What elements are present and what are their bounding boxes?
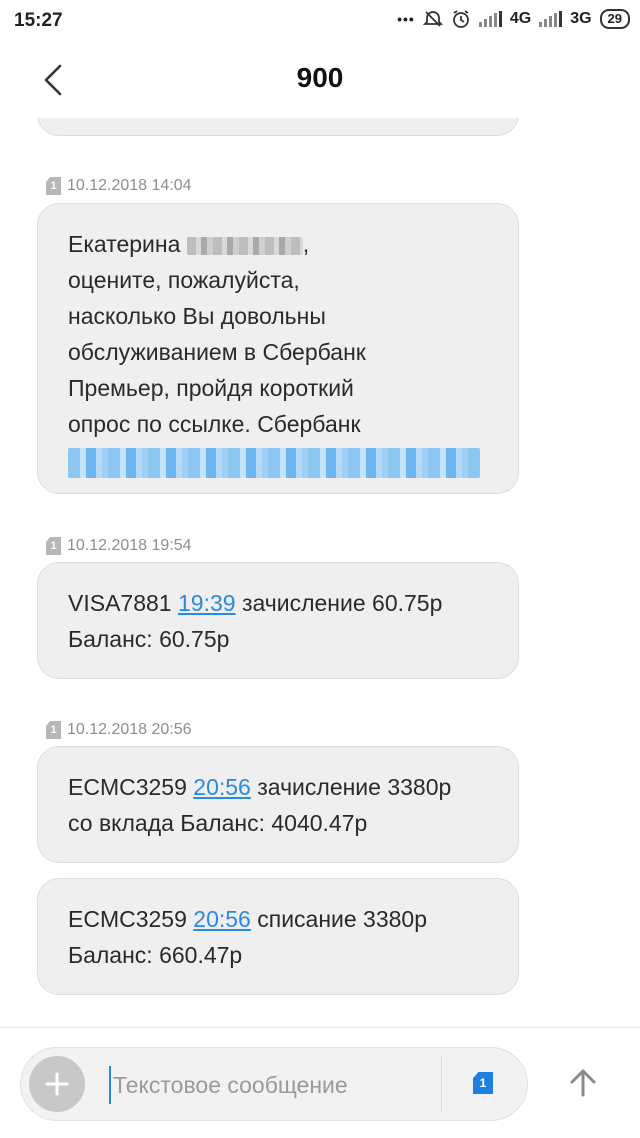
message-line: опрос по ссылке. Сбербанк <box>68 411 361 437</box>
time-link[interactable]: 20:56 <box>193 906 251 932</box>
network-type-sim1: 4G <box>509 10 532 27</box>
sim-select-button[interactable]: 1 <box>473 1072 493 1094</box>
app-header: 900 <box>0 40 640 120</box>
message-meta: 1 10.12.2018 14:04 <box>46 175 192 197</box>
message-bubble[interactable]: ECMC3259 20:56 списание 3380р Баланс: 66… <box>37 878 519 995</box>
sim-card-icon: 1 <box>46 177 61 195</box>
redacted-surname <box>186 236 303 255</box>
message-line: Екатерина , <box>68 231 310 257</box>
signal-icon-sim1 <box>478 11 502 27</box>
recipient-name: Екатерина <box>68 231 181 257</box>
message-bubble[interactable]: Екатерина , оцените, пожалуйста, насколь… <box>37 203 519 494</box>
message-timestamp: 10.12.2018 14:04 <box>67 177 192 194</box>
signal-icon-sim2 <box>539 11 563 27</box>
message-meta: 1 10.12.2018 20:56 <box>46 719 192 741</box>
message-bubble-partial[interactable] <box>37 118 519 136</box>
network-type-sim2: 3G <box>570 10 592 27</box>
message-line: Баланс: 660.47р <box>68 942 243 968</box>
message-line: обслуживанием в Сбербанк <box>68 339 366 365</box>
conversation-title: 900 <box>296 62 344 93</box>
message-timestamp: 10.12.2018 19:54 <box>67 537 192 554</box>
status-icons: ••• 4G 3G 29 <box>397 9 630 29</box>
screen: 15:27 ••• 4G 3G 29 900 1 10.12.2018 14:0… <box>0 0 640 1138</box>
battery-indicator: 29 <box>599 9 630 29</box>
time-link[interactable]: 20:56 <box>193 774 251 800</box>
message-line: VISA7881 19:39 зачисление 60.75р <box>68 590 443 616</box>
message-line: насколько Вы довольны <box>68 303 326 329</box>
composer-divider <box>0 1027 640 1028</box>
message-bubble[interactable]: ECMC3259 20:56 зачисление 3380р со вклад… <box>37 746 519 863</box>
message-input[interactable] <box>109 1066 435 1104</box>
message-line: ECMC3259 20:56 зачисление 3380р <box>68 774 452 800</box>
arrow-up-icon <box>570 1069 596 1097</box>
status-time: 15:27 <box>14 10 63 31</box>
more-notifications-icon: ••• <box>397 11 415 27</box>
alarm-off-icon <box>422 11 443 27</box>
add-attachment-button[interactable] <box>29 1056 85 1112</box>
plus-icon <box>45 1072 69 1096</box>
message-line: ECMC3259 20:56 списание 3380р <box>68 906 428 932</box>
message-line: Премьер, пройдя короткий <box>68 375 354 401</box>
send-button[interactable] <box>563 1063 603 1103</box>
message-bubble[interactable]: VISA7881 19:39 зачисление 60.75р Баланс:… <box>37 562 519 679</box>
message-composer: 1 <box>20 1047 528 1121</box>
redacted-survey-link[interactable] <box>68 448 480 478</box>
conversation-list[interactable]: 1 10.12.2018 14:04 Екатерина , оцените, … <box>0 118 640 1028</box>
message-line: со вклада Баланс: 4040.47р <box>68 810 368 836</box>
sim-card-icon: 1 <box>46 537 61 555</box>
status-bar: 15:27 ••• 4G 3G 29 <box>0 0 640 40</box>
time-link[interactable]: 19:39 <box>178 590 236 616</box>
message-line: оцените, пожалуйста, <box>68 267 300 293</box>
message-line: Баланс: 60.75р <box>68 626 230 652</box>
sim-card-icon: 1 <box>46 721 61 739</box>
message-timestamp: 10.12.2018 20:56 <box>67 721 192 738</box>
message-meta: 1 10.12.2018 19:54 <box>46 535 192 557</box>
alarm-clock-icon <box>452 10 469 28</box>
composer-separator <box>441 1056 442 1112</box>
